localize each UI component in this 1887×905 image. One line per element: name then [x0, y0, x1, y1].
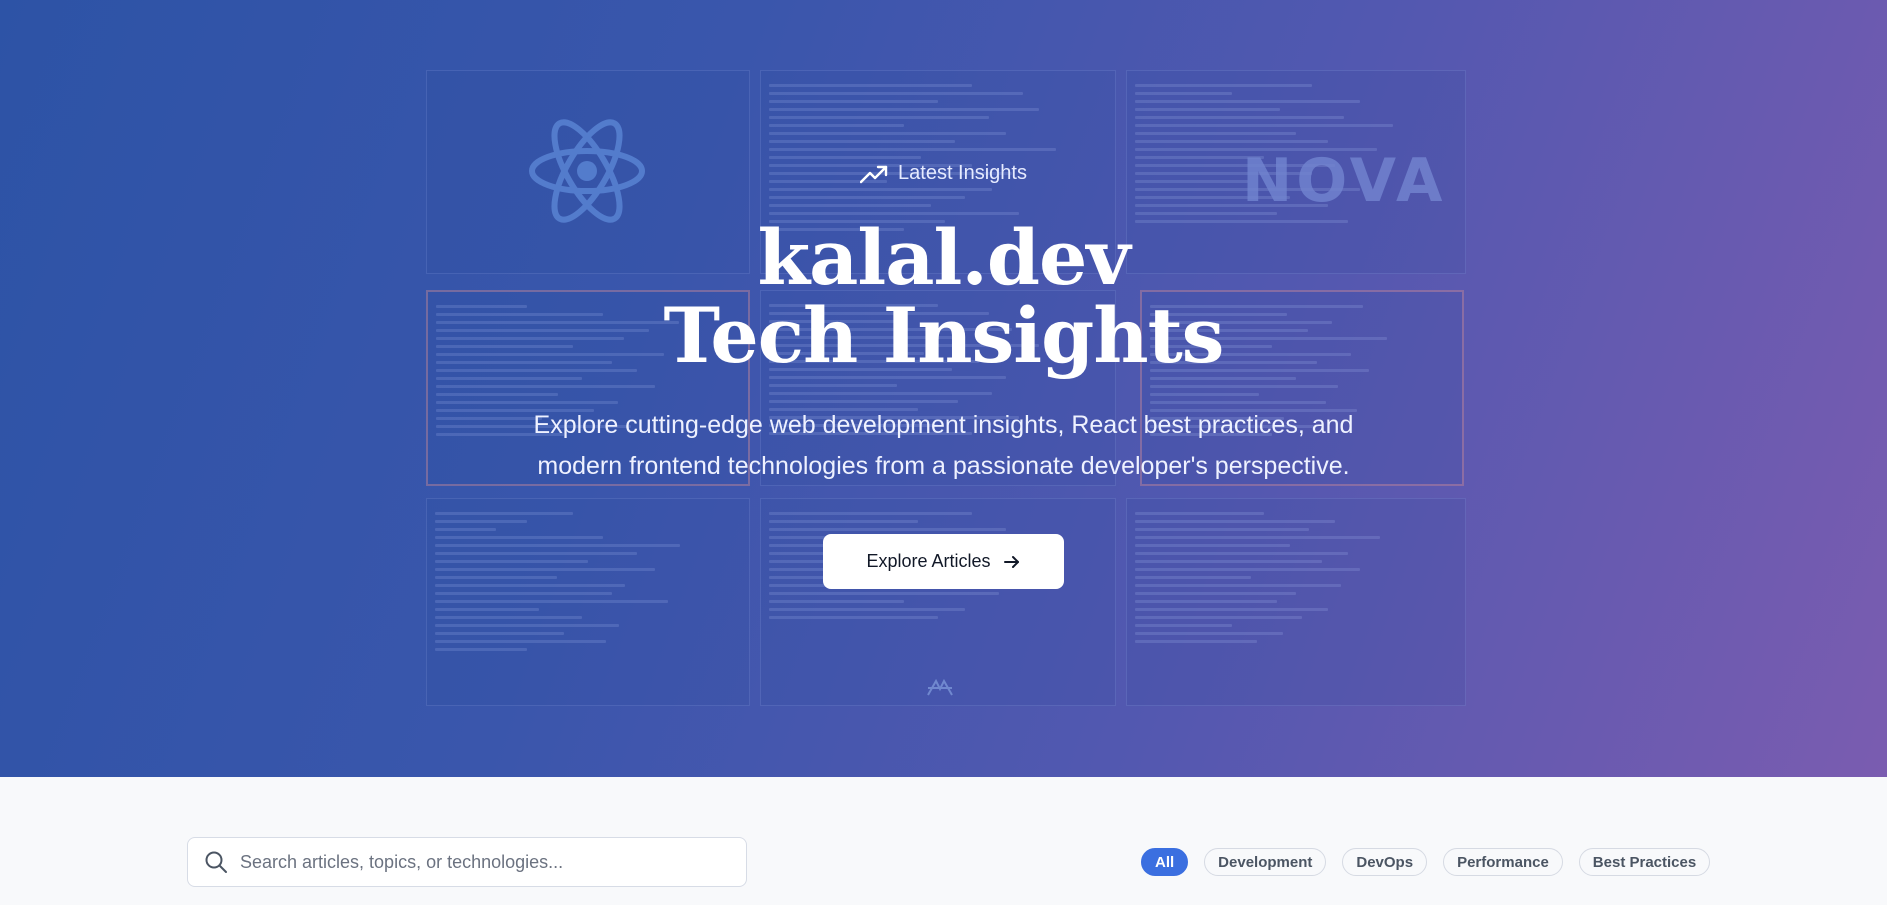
category-filters: All Development DevOps Performance Best …: [1141, 848, 1711, 876]
page-title-line-1: kalal.dev: [757, 213, 1130, 302]
filter-chip-performance[interactable]: Performance: [1443, 848, 1563, 876]
page-title: kalal.dev Tech Insights: [663, 213, 1225, 380]
hero-section: NOVA Latest Insights kalal.dev Tech Insi…: [0, 0, 1887, 777]
hero-subtitle: Explore cutting-edge web development ins…: [533, 411, 1354, 480]
search-bar[interactable]: [187, 837, 747, 887]
filter-chip-best-practices[interactable]: Best Practices: [1578, 848, 1711, 876]
explore-articles-button[interactable]: Explore Articles: [823, 534, 1064, 589]
explore-articles-label: Explore Articles: [866, 551, 991, 571]
trending-up-icon: [860, 165, 888, 183]
hero-content: Latest Insights kalal.dev Tech Insights …: [0, 0, 1887, 777]
hero-eyebrow: Latest Insights: [860, 162, 1027, 185]
arrow-right-icon: [1003, 555, 1019, 568]
page-title-line-2: Tech Insights: [663, 291, 1225, 380]
filter-chip-all[interactable]: All: [1141, 848, 1189, 876]
filter-chip-devops[interactable]: DevOps: [1342, 848, 1428, 876]
search-icon: [205, 851, 227, 873]
search-input[interactable]: [240, 851, 720, 873]
hero-eyebrow-label: Latest Insights: [898, 162, 1027, 184]
filter-chip-development[interactable]: Development: [1204, 848, 1327, 876]
